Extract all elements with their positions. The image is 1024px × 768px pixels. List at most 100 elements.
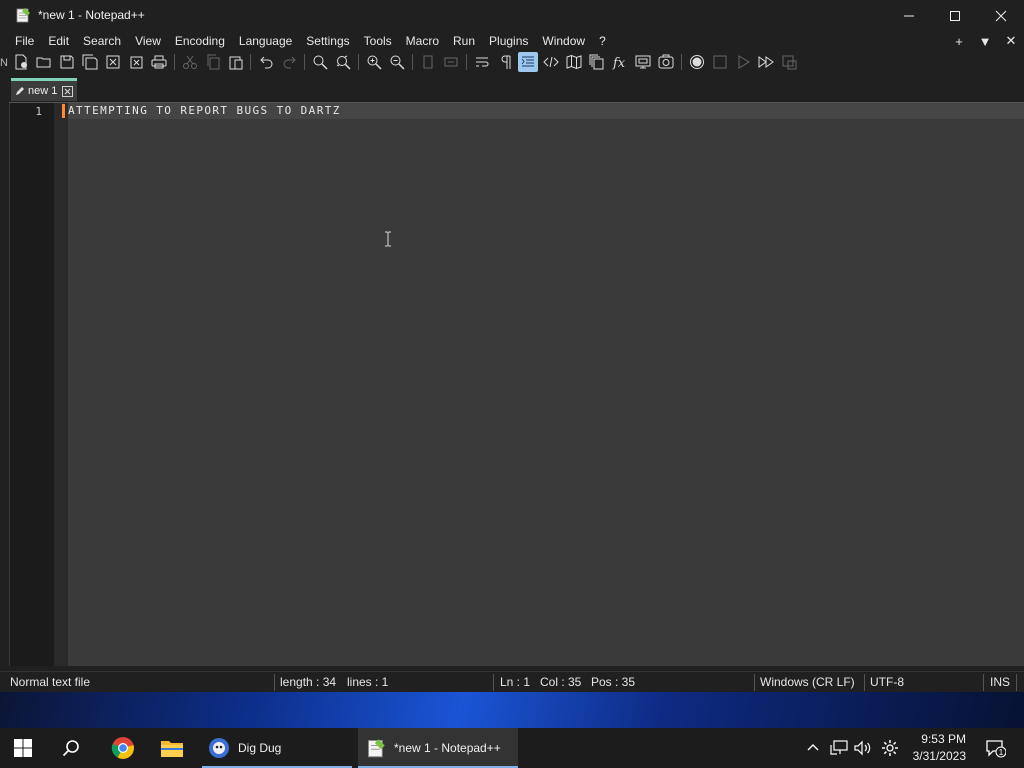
status-col: Col : 35	[540, 675, 582, 689]
menu-file[interactable]: File	[8, 31, 41, 51]
document-map-button[interactable]	[564, 52, 584, 72]
taskbar-chrome[interactable]	[111, 728, 135, 768]
text-editor[interactable]: 1 ATTEMPTING TO REPORT BUGS TO DARTZ	[9, 102, 1024, 666]
menu-right-controls: + ▼ ✕	[946, 31, 1024, 51]
close-button[interactable]	[978, 0, 1024, 31]
playback-button[interactable]	[733, 52, 753, 72]
taskbar-file-explorer[interactable]	[160, 728, 184, 768]
function-list-icon: fx	[612, 56, 626, 70]
save-icon	[60, 55, 74, 69]
dig-dug-app-icon	[209, 738, 229, 758]
menu-language[interactable]: Language	[232, 31, 299, 51]
close-all-button[interactable]	[126, 52, 146, 72]
editor-line-1[interactable]: ATTEMPTING TO REPORT BUGS TO DARTZ	[68, 104, 341, 117]
toolbar-separator	[174, 54, 175, 70]
save-macro-button[interactable]	[779, 52, 799, 72]
save-all-icon	[82, 54, 98, 70]
menu-edit[interactable]: Edit	[41, 31, 76, 51]
find-button[interactable]	[310, 52, 330, 72]
change-history-marker	[62, 104, 65, 118]
taskbar-app-label: Dig Dug	[238, 741, 282, 755]
close-file-button[interactable]	[103, 52, 123, 72]
line-number-gutter: 1	[10, 103, 68, 666]
menu-window[interactable]: Window	[535, 31, 592, 51]
taskbar-app-notepad[interactable]: *new 1 - Notepad++	[358, 728, 518, 768]
redo-button[interactable]	[280, 52, 300, 72]
sync-horizontal-button[interactable]	[441, 52, 461, 72]
monitoring-button[interactable]	[656, 52, 676, 72]
taskbar-app-dig-dug[interactable]: Dig Dug	[200, 728, 354, 768]
menu-run[interactable]: Run	[446, 31, 482, 51]
show-all-chars-button[interactable]	[495, 52, 515, 72]
save-button[interactable]	[57, 52, 77, 72]
status-encoding[interactable]: UTF-8	[870, 672, 904, 692]
start-button[interactable]	[14, 728, 32, 768]
word-wrap-button[interactable]	[472, 52, 492, 72]
tray-settings[interactable]	[881, 728, 899, 768]
tray-network[interactable]	[830, 728, 848, 768]
menu-search[interactable]: Search	[76, 31, 128, 51]
cut-button[interactable]	[180, 52, 200, 72]
tray-volume[interactable]	[854, 728, 872, 768]
title-bar[interactable]: *new 1 - Notepad++	[0, 0, 1024, 31]
taskbar-clock[interactable]: 9:53 PM 3/31/2023	[913, 731, 966, 765]
status-divider	[983, 674, 984, 691]
tab-new-1[interactable]: new 1	[11, 78, 77, 101]
monitoring-icon	[658, 54, 674, 69]
tab-list-button[interactable]: ▼	[972, 34, 998, 49]
notepad-window: *new 1 - Notepad++ File Edit Search View…	[0, 0, 1024, 692]
function-list-button[interactable]: fx	[610, 52, 630, 72]
new-file-button[interactable]	[11, 52, 31, 72]
replace-button[interactable]	[333, 52, 353, 72]
folder-workspace-button[interactable]	[633, 52, 653, 72]
text-cursor-icon	[385, 231, 391, 247]
save-all-button[interactable]	[80, 52, 100, 72]
open-file-button[interactable]	[34, 52, 54, 72]
sync-vertical-button[interactable]	[418, 52, 438, 72]
stop-record-button[interactable]	[710, 52, 730, 72]
status-eol[interactable]: Windows (CR LF)	[760, 672, 855, 692]
menu-macro[interactable]: Macro	[399, 31, 446, 51]
copy-button[interactable]	[203, 52, 223, 72]
run-multiple-button[interactable]	[756, 52, 776, 72]
cut-icon	[183, 55, 197, 69]
record-macro-icon	[690, 55, 704, 69]
menu-tools[interactable]: Tools	[357, 31, 399, 51]
tab-close-button[interactable]	[62, 85, 74, 97]
toolbar-separator	[466, 54, 467, 70]
menu-settings[interactable]: Settings	[299, 31, 356, 51]
indent-guide-button[interactable]	[518, 52, 538, 72]
status-bar: Normal text file length : 34 lines : 1 L…	[0, 671, 1024, 692]
zoom-out-icon	[390, 55, 405, 70]
menu-help[interactable]: ?	[592, 31, 613, 51]
record-macro-button[interactable]	[687, 52, 707, 72]
new-tab-button[interactable]: +	[946, 34, 972, 49]
undo-button[interactable]	[256, 52, 276, 72]
minimize-button[interactable]	[886, 0, 932, 31]
zoom-in-icon	[367, 55, 382, 70]
menu-encoding[interactable]: Encoding	[168, 31, 232, 51]
network-icon	[830, 740, 848, 755]
paste-button[interactable]	[226, 52, 246, 72]
zoom-out-button[interactable]	[387, 52, 407, 72]
menu-plugins[interactable]: Plugins	[482, 31, 535, 51]
save-macro-icon	[782, 55, 797, 70]
maximize-button[interactable]	[932, 0, 978, 31]
print-icon	[151, 55, 167, 69]
tray-overflow-button[interactable]	[806, 728, 820, 768]
document-list-icon	[589, 54, 604, 70]
status-insert-mode[interactable]: INS	[990, 672, 1010, 692]
taskbar-search-button[interactable]	[62, 728, 80, 768]
fold-margin	[54, 103, 68, 666]
close-document-button[interactable]: ✕	[998, 33, 1024, 49]
notification-center-icon[interactable]: 1	[986, 738, 1006, 758]
document-list-button[interactable]	[587, 52, 607, 72]
line-number: 1	[35, 105, 42, 118]
toolbar: N fx	[0, 51, 1024, 73]
indent-guide-icon	[521, 56, 534, 67]
menu-view[interactable]: View	[128, 31, 168, 51]
print-button[interactable]	[149, 52, 169, 72]
zoom-in-button[interactable]	[364, 52, 384, 72]
xml-tag-button[interactable]	[541, 52, 561, 72]
stop-record-icon	[713, 55, 727, 69]
